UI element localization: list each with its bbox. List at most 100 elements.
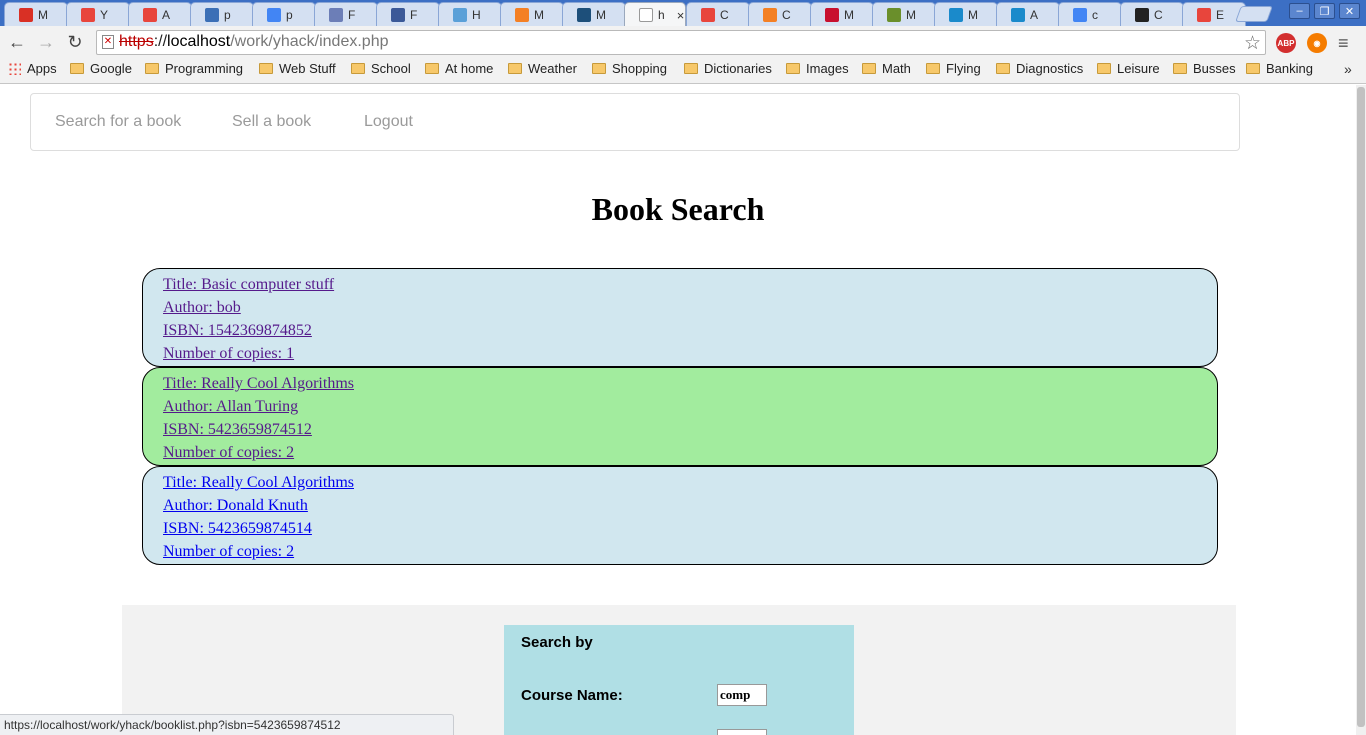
- bookmark-folder[interactable]: Web Stuff: [259, 61, 336, 76]
- reload-icon[interactable]: ↻: [65, 32, 85, 52]
- browser-tab[interactable]: M: [562, 2, 626, 26]
- book-copies-link[interactable]: Number of copies: 2: [163, 540, 1197, 563]
- c-icon: [949, 7, 963, 22]
- minimize-button[interactable]: –: [1289, 3, 1310, 19]
- tab-label: F: [348, 7, 356, 22]
- book-author-link[interactable]: Author: bob: [163, 296, 1197, 319]
- php-icon: [329, 7, 343, 22]
- bookmark-folder[interactable]: School: [351, 61, 411, 76]
- bookmark-apps[interactable]: Apps: [8, 61, 57, 76]
- bookmarks-overflow[interactable]: »: [1344, 61, 1352, 77]
- adblock-plus-icon[interactable]: ABP: [1276, 33, 1296, 53]
- bookmark-folder[interactable]: Weather: [508, 61, 577, 76]
- book-author-link[interactable]: Author: Allan Turing: [163, 395, 1197, 418]
- book-card-2: Title: Really Cool Algorithms Author: Al…: [142, 367, 1218, 466]
- book-copies-link[interactable]: Number of copies: 2: [163, 441, 1197, 464]
- bookmark-folder[interactable]: Flying: [926, 61, 981, 76]
- book-title-link[interactable]: Title: Basic computer stuff: [163, 273, 1197, 296]
- nav-logout-link[interactable]: Logout: [364, 113, 413, 131]
- star-icon[interactable]: ☆: [1244, 32, 1261, 55]
- book-card-3: Title: Really Cool Algorithms Author: Do…: [142, 466, 1218, 565]
- gmail-icon: [19, 7, 33, 22]
- browser-tab[interactable]: h ×: [624, 2, 686, 27]
- browser-tab[interactable]: F: [376, 2, 440, 26]
- bookmark-folder[interactable]: Leisure: [1097, 61, 1160, 76]
- search-by-heading: Search by: [521, 634, 593, 651]
- bookmark-folder[interactable]: At home: [425, 61, 493, 76]
- close-window-button[interactable]: ✕: [1339, 3, 1360, 19]
- nav-search-link[interactable]: Search for a book: [55, 113, 181, 131]
- bookmark-label: Busses: [1193, 61, 1236, 76]
- c-icon: [1011, 7, 1025, 22]
- book-title-link[interactable]: Title: Really Cool Algorithms: [163, 372, 1197, 395]
- page-scrollbar[interactable]: [1356, 85, 1366, 735]
- book-card-1: Title: Basic computer stuff Author: bob …: [142, 268, 1218, 367]
- bookmark-label: Weather: [528, 61, 577, 76]
- course-name-label: Course Name:: [521, 687, 623, 704]
- browser-tab[interactable]: c: [1058, 2, 1122, 26]
- folder-icon: [259, 63, 273, 74]
- cloud-icon: [453, 7, 467, 22]
- menu-icon[interactable]: ≡: [1338, 33, 1349, 54]
- forward-arrow-icon[interactable]: →: [36, 32, 56, 52]
- browser-tab[interactable]: A: [996, 2, 1060, 26]
- back-arrow-icon[interactable]: ←: [7, 32, 27, 52]
- book-author-link[interactable]: Author: Donald Knuth: [163, 494, 1197, 517]
- book-isbn-link[interactable]: ISBN: 5423659874512: [163, 418, 1197, 441]
- nav-sell-link[interactable]: Sell a book: [232, 113, 311, 131]
- browser-tab[interactable]: Y: [66, 2, 130, 26]
- bookmark-label: Web Stuff: [279, 61, 336, 76]
- bookmark-folder[interactable]: Math: [862, 61, 911, 76]
- browser-tab[interactable]: C: [1120, 2, 1184, 26]
- bookmark-label: Flying: [946, 61, 981, 76]
- bookmark-folder[interactable]: Images: [786, 61, 849, 76]
- page-icon: [639, 8, 653, 22]
- bookmark-folder[interactable]: Diagnostics: [996, 61, 1083, 76]
- tab-label: C: [1154, 7, 1163, 22]
- book-isbn-link[interactable]: ISBN: 1542369874852: [163, 319, 1197, 342]
- bookmark-folder[interactable]: Google: [70, 61, 132, 76]
- url-path: /work/yhack/index.php: [230, 33, 389, 50]
- browser-tab[interactable]: p: [252, 2, 316, 26]
- browser-tab[interactable]: H: [438, 2, 502, 26]
- book-isbn-link[interactable]: ISBN: 5423659874514: [163, 517, 1197, 540]
- github-icon: [1135, 7, 1149, 22]
- browser-tab[interactable]: M: [872, 2, 936, 26]
- bookmark-folder[interactable]: Busses: [1173, 61, 1236, 76]
- tab-strip: M Y Ap p F F H M Mh × C C M M M Ac C E – ❐ ✕: [0, 0, 1366, 27]
- course-name-input[interactable]: [717, 684, 767, 706]
- browser-tab[interactable]: C: [748, 2, 812, 26]
- book-copies-link[interactable]: Number of copies: 1: [163, 342, 1197, 365]
- close-tab-icon[interactable]: ×: [677, 8, 685, 23]
- second-search-input[interactable]: [717, 729, 767, 735]
- browser-tab[interactable]: E: [1182, 2, 1246, 26]
- browser-tab[interactable]: C: [686, 2, 750, 26]
- url-scheme: https: [119, 33, 154, 50]
- page-title: Book Search: [591, 191, 765, 227]
- bookmark-folder[interactable]: Banking: [1246, 61, 1313, 76]
- bookmark-label: Images: [806, 61, 849, 76]
- book-title-link[interactable]: Title: Really Cool Algorithms: [163, 471, 1197, 494]
- browser-tab[interactable]: M: [810, 2, 874, 26]
- new-tab-button[interactable]: [1235, 6, 1273, 22]
- bookmark-folder[interactable]: Shopping: [592, 61, 667, 76]
- bookmark-folder[interactable]: Dictionaries: [684, 61, 772, 76]
- insecure-lock-icon[interactable]: ✕: [102, 35, 114, 49]
- folder-icon: [996, 63, 1010, 74]
- browser-tab[interactable]: p: [190, 2, 254, 26]
- browser-tab[interactable]: M: [4, 2, 68, 26]
- firefox-ext-icon[interactable]: ◉: [1307, 33, 1327, 53]
- bookmark-folder[interactable]: Programming: [145, 61, 243, 76]
- google-icon: [1073, 7, 1087, 22]
- browser-tab[interactable]: M: [500, 2, 564, 26]
- scrollbar-thumb[interactable]: [1357, 87, 1365, 727]
- browser-tab[interactable]: M: [934, 2, 998, 26]
- stack-icon: [763, 7, 777, 22]
- status-bar-url: https://localhost/work/yhack/booklist.ph…: [0, 714, 454, 735]
- url-text[interactable]: https://localhost/work/yhack/index.php: [119, 33, 389, 51]
- maximize-button[interactable]: ❐: [1314, 3, 1335, 19]
- browser-tab[interactable]: F: [314, 2, 378, 26]
- browser-tab[interactable]: A: [128, 2, 192, 26]
- photo-icon: [577, 7, 591, 22]
- folder-icon: [351, 63, 365, 74]
